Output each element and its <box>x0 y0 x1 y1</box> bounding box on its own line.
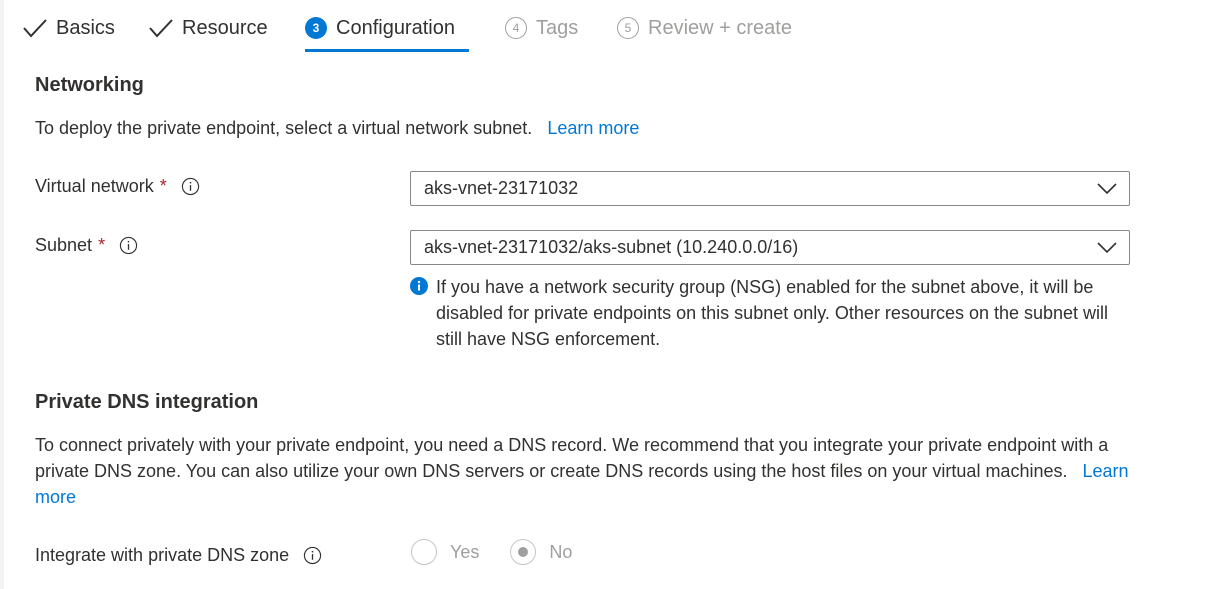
tab-label: Configuration <box>336 16 455 39</box>
required-asterisk: * <box>98 235 106 255</box>
info-filled-icon <box>410 277 428 295</box>
left-edge <box>0 0 4 589</box>
tab-label: Basics <box>56 16 115 39</box>
subnet-label: Subnet <box>35 235 93 255</box>
checkmark-icon <box>149 19 173 38</box>
radio-no[interactable] <box>510 539 537 565</box>
radio-selected-dot <box>518 547 529 557</box>
nsg-info-text: If you have a network security group (NS… <box>436 277 1109 349</box>
step-number-badge: 5 <box>617 17 639 39</box>
tab-label: Tags <box>536 16 579 39</box>
dns-heading: Private DNS integration <box>35 391 259 413</box>
dns-description-text: To connect privately with your private e… <box>35 435 1109 481</box>
virtual-network-dropdown[interactable]: aks-vnet-23171032 <box>410 171 1130 206</box>
networking-description-text: To deploy the private endpoint, select a… <box>35 118 533 138</box>
wizard-tabs: Basics Resource 3 Configuration 4 Tags 5… <box>0 0 1232 56</box>
info-icon[interactable] <box>303 546 322 565</box>
integrate-dns-radio-group: Yes No <box>411 539 572 565</box>
virtual-network-label-row: Virtual network * <box>35 176 200 197</box>
radio-no-label: No <box>549 541 573 562</box>
checkmark-icon <box>23 19 47 38</box>
tab-tags[interactable]: 4 Tags <box>505 10 578 46</box>
info-icon[interactable] <box>181 177 200 196</box>
tab-basics[interactable]: Basics <box>22 10 115 46</box>
tab-label: Review + create <box>648 16 792 39</box>
radio-yes[interactable] <box>411 539 437 565</box>
integrate-dns-label-row: Integrate with private DNS zone <box>35 545 322 566</box>
networking-description: To deploy the private endpoint, select a… <box>35 115 639 141</box>
dns-description: To connect privately with your private e… <box>35 432 1135 510</box>
required-asterisk: * <box>159 176 167 196</box>
step-number-badge: 4 <box>505 17 527 39</box>
tab-review-create[interactable]: 5 Review + create <box>617 10 792 46</box>
subnet-value: aks-vnet-23171032/aks-subnet (10.240.0.0… <box>424 237 799 257</box>
integrate-dns-label: Integrate with private DNS zone <box>35 545 290 565</box>
info-icon[interactable] <box>119 236 138 255</box>
tab-configuration[interactable]: 3 Configuration <box>305 10 455 46</box>
chevron-down-icon <box>1097 242 1117 254</box>
networking-learn-more-link[interactable]: Learn more <box>547 118 639 138</box>
tab-resource[interactable]: Resource <box>148 10 268 46</box>
chevron-down-icon <box>1097 183 1117 195</box>
subnet-label-row: Subnet * <box>35 235 138 256</box>
nsg-info-message: If you have a network security group (NS… <box>410 274 1125 352</box>
subnet-dropdown[interactable]: aks-vnet-23171032/aks-subnet (10.240.0.0… <box>410 230 1130 265</box>
virtual-network-value: aks-vnet-23171032 <box>424 178 579 198</box>
virtual-network-label: Virtual network <box>35 176 154 196</box>
tab-label: Resource <box>182 16 268 39</box>
radio-yes-label: Yes <box>450 541 480 562</box>
step-number-badge: 3 <box>305 17 327 39</box>
active-tab-indicator <box>305 49 469 52</box>
networking-heading: Networking <box>35 74 144 96</box>
